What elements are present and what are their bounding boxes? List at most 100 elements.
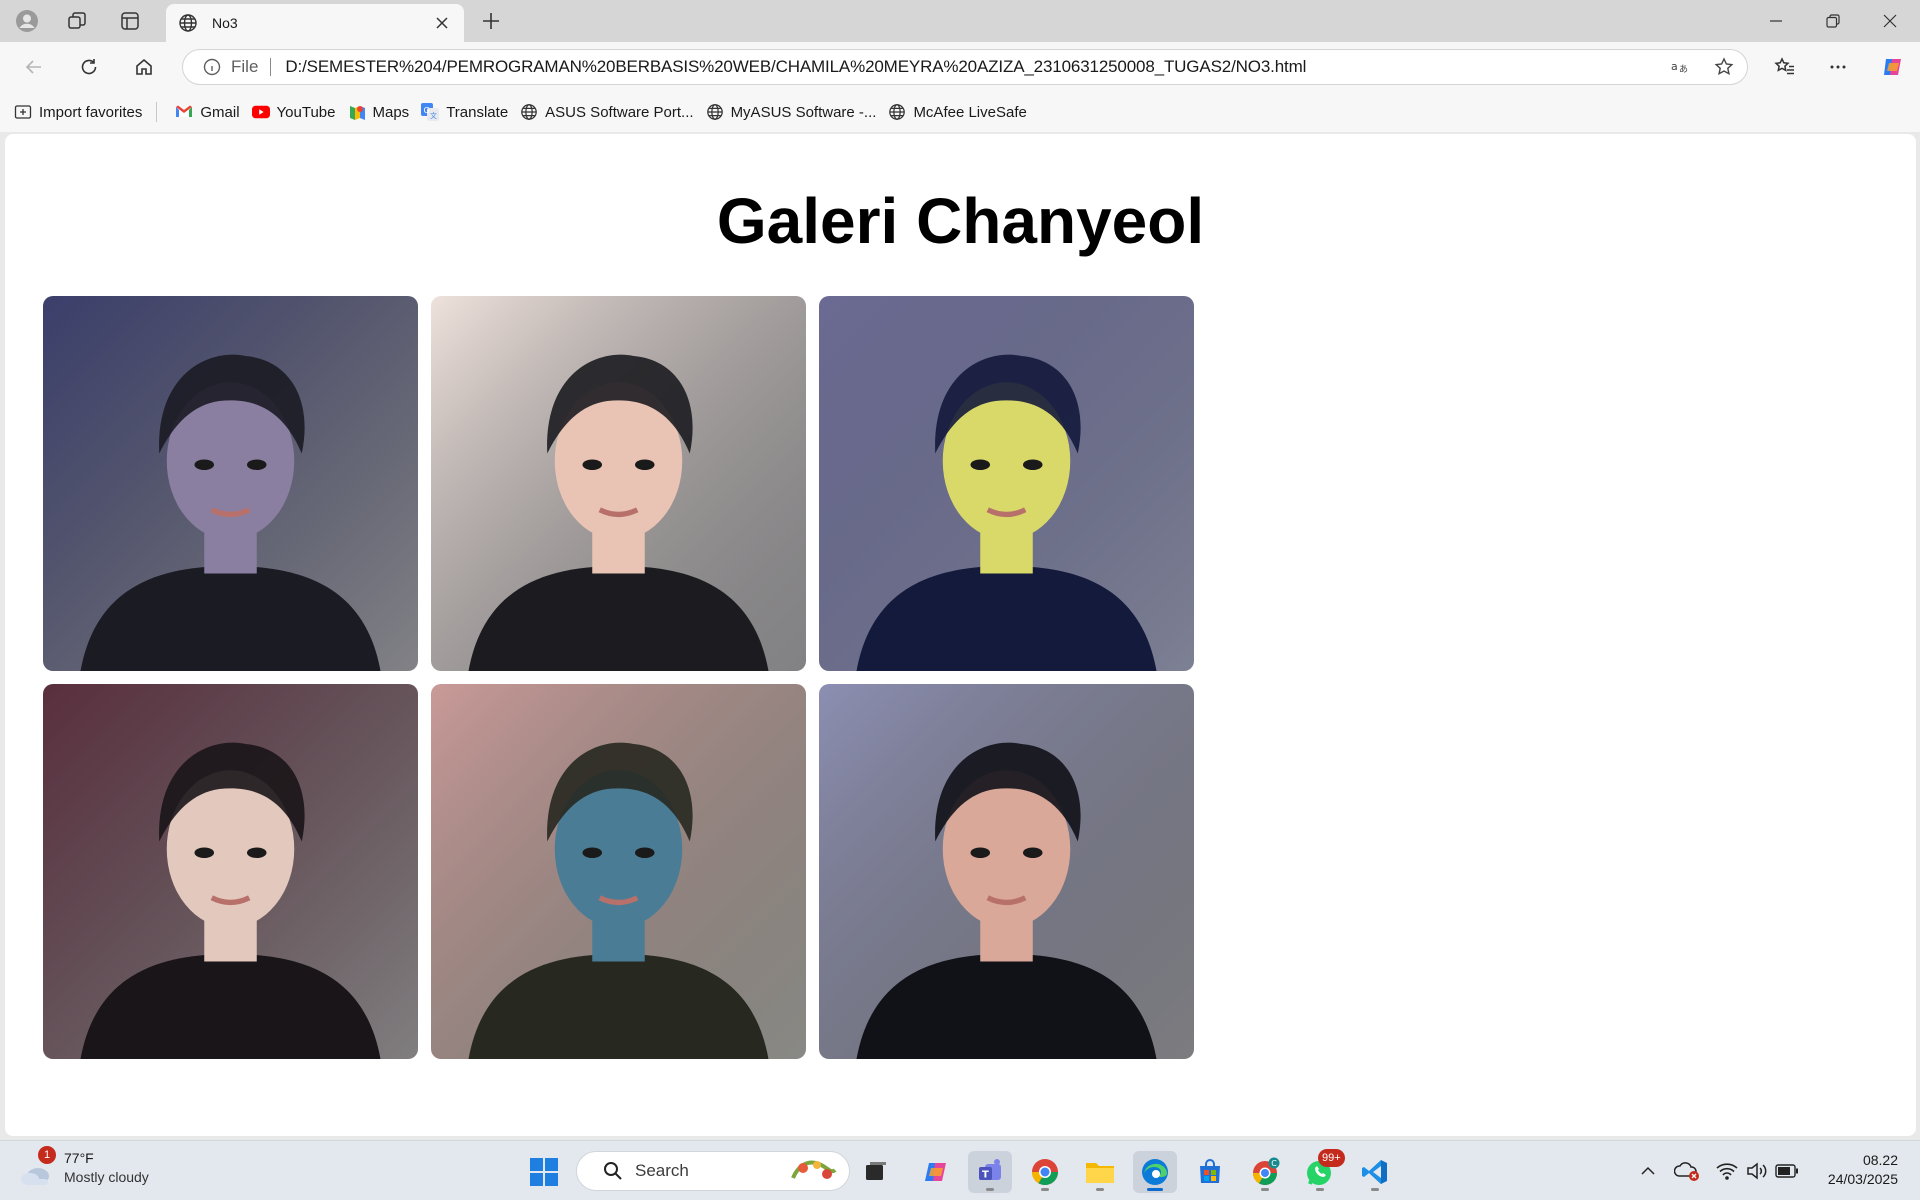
favorite-star-icon[interactable] (1707, 50, 1741, 84)
new-tab-button[interactable] (474, 5, 508, 37)
url-scheme-label: File (231, 57, 259, 76)
svg-text:T: T (982, 1170, 989, 1181)
weather-description: Mostly cloudy (64, 1169, 149, 1185)
favorite-maps[interactable]: Maps (342, 97, 416, 127)
read-aloud-icon[interactable]: aあ (1663, 50, 1697, 84)
refresh-button[interactable] (71, 50, 107, 84)
url-text[interactable]: D:/SEMESTER%204/PEMROGRAMAN%20BERBASIS%2… (285, 57, 1306, 77)
profile-icon[interactable] (10, 5, 44, 37)
weather-widget[interactable]: 1 77°F Mostly cloudy (20, 1146, 149, 1187)
youtube-icon (251, 103, 270, 121)
gmail-icon (175, 103, 193, 121)
portrait-image (819, 684, 1194, 1059)
chrome-profile-icon[interactable]: C (1243, 1151, 1287, 1193)
favorite-myasus-software[interactable]: MyASUS Software -... (700, 97, 883, 127)
whatsapp-badge: 99+ (1318, 1149, 1345, 1167)
favorite-translate[interactable]: G文 Translate (415, 97, 514, 127)
running-indicator (986, 1188, 994, 1191)
favorite-label: ASUS Software Port... (545, 103, 694, 121)
running-indicator (1147, 1188, 1163, 1191)
portrait-image (43, 684, 418, 1059)
start-button[interactable] (522, 1151, 566, 1193)
gallery-photo[interactable] (431, 684, 806, 1059)
home-button[interactable] (126, 50, 162, 84)
file-explorer-icon[interactable] (1078, 1151, 1122, 1193)
gallery-photo[interactable] (431, 296, 806, 671)
import-icon (14, 103, 32, 121)
running-indicator (1261, 1188, 1269, 1191)
portrait-image (431, 296, 806, 671)
tab-title: No3 (212, 15, 238, 31)
gallery-photo[interactable] (43, 684, 418, 1059)
weather-temperature: 77°F (64, 1150, 94, 1166)
running-indicator (1371, 1188, 1379, 1191)
back-button[interactable] (16, 50, 52, 84)
globe-icon (178, 13, 198, 33)
workspaces-icon[interactable] (60, 5, 94, 37)
copilot-icon[interactable] (1875, 50, 1911, 84)
show-hidden-icons-chevron[interactable] (1636, 1151, 1660, 1191)
favorite-gmail[interactable]: Gmail (169, 97, 245, 127)
url-separator (270, 58, 272, 76)
site-info-icon[interactable] (203, 58, 221, 76)
portrait-image (431, 684, 806, 1059)
favorite-label: MyASUS Software -... (730, 103, 877, 121)
globe-icon (520, 103, 538, 121)
favorite-mcafee-livesafe[interactable]: McAfee LiveSafe (882, 97, 1032, 127)
favorite-import-favorites[interactable]: Import favorites (8, 97, 148, 127)
vscode-icon[interactable] (1353, 1151, 1397, 1193)
favorites-bar: Import favorites Gmail YouTube Maps G文 T… (0, 92, 1920, 132)
favorite-label: YouTube (276, 103, 336, 121)
favorite-label: Import favorites (39, 103, 143, 121)
clock-date: 24/03/2025 (1827, 1171, 1898, 1187)
wifi-icon[interactable] (1713, 1151, 1741, 1191)
whatsapp-icon[interactable]: 99+ (1298, 1149, 1345, 1193)
portrait-image (43, 296, 418, 671)
favorite-youtube[interactable]: YouTube (246, 97, 342, 127)
taskbar-search[interactable]: Search (576, 1151, 850, 1191)
weather-cloud-icon: 1 (20, 1146, 56, 1186)
browser-toolbar: File D:/SEMESTER%204/PEMROGRAMAN%20BERBA… (0, 42, 1920, 92)
search-icon (603, 1161, 623, 1181)
favorite-label: Translate (446, 103, 509, 121)
favorite-label: Gmail (200, 103, 240, 121)
weather-badge: 1 (38, 1146, 56, 1164)
gallery-photo[interactable] (819, 684, 1194, 1059)
edge-icon[interactable] (1133, 1151, 1177, 1193)
more-menu-icon[interactable] (1820, 50, 1856, 84)
running-indicator (1041, 1188, 1049, 1191)
clock-time: 08.22 (1862, 1152, 1898, 1168)
close-window-button[interactable] (1862, 0, 1918, 42)
volume-icon[interactable] (1743, 1151, 1771, 1191)
gallery-photo[interactable] (43, 296, 418, 671)
favorites-icon[interactable] (1767, 50, 1803, 84)
running-indicator (1096, 1188, 1104, 1191)
maps-icon (348, 103, 366, 121)
teams-icon[interactable]: T (968, 1151, 1012, 1193)
gallery-photo[interactable] (819, 296, 1194, 671)
restore-button[interactable] (1805, 0, 1861, 42)
search-highlight-icon (789, 1156, 839, 1186)
close-tab-icon[interactable] (430, 11, 454, 35)
favorite-label: Maps (372, 103, 410, 121)
taskbar-clock[interactable]: 08.22 24/03/2025 (1828, 1151, 1898, 1189)
svg-text:G: G (424, 106, 430, 115)
tab-actions-icon[interactable] (113, 5, 147, 37)
address-bar[interactable]: File D:/SEMESTER%204/PEMROGRAMAN%20BERBA… (182, 49, 1748, 85)
minimize-button[interactable] (1748, 0, 1804, 42)
favorite-asus-software-portal[interactable]: ASUS Software Port... (514, 97, 699, 127)
svg-text:a: a (1671, 60, 1678, 73)
task-view-icon[interactable] (854, 1151, 898, 1193)
page-viewport: Galeri Chanyeol (5, 134, 1916, 1136)
running-indicator (1316, 1188, 1324, 1191)
copilot-app-icon[interactable] (914, 1151, 958, 1193)
svg-text:C: C (1271, 1159, 1277, 1168)
svg-text:文: 文 (430, 111, 437, 120)
microsoft-store-icon[interactable] (1188, 1151, 1232, 1193)
favorites-divider (156, 102, 158, 122)
tab-active[interactable]: No3 (166, 4, 464, 42)
photo-gallery (43, 296, 1194, 1059)
onedrive-error-icon[interactable] (1672, 1151, 1702, 1191)
battery-icon[interactable] (1773, 1151, 1801, 1191)
chrome-icon[interactable] (1023, 1151, 1067, 1193)
